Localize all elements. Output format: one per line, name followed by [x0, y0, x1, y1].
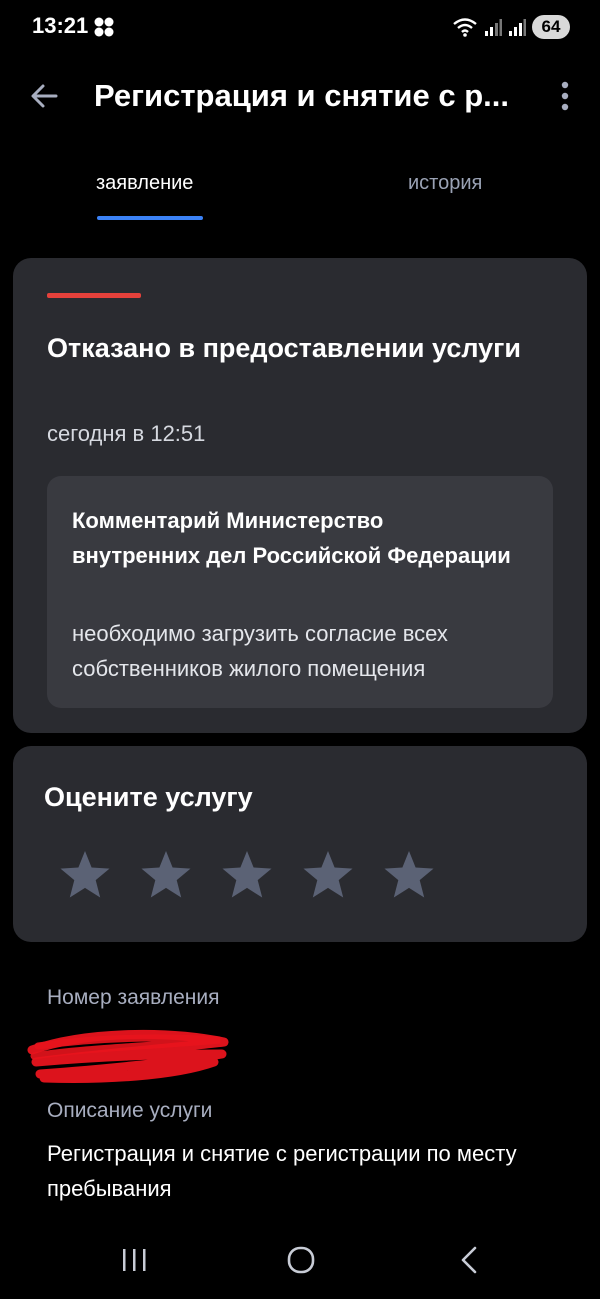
star-icon-4[interactable] [300, 848, 356, 904]
star-icon-5[interactable] [381, 848, 437, 904]
home-icon[interactable] [281, 1240, 321, 1280]
status-icons: 64 [452, 14, 570, 40]
status-time: 13:21 [32, 13, 89, 38]
status-title: Отказано в предоставлении услуги [47, 333, 521, 363]
nav-back-icon[interactable] [450, 1240, 490, 1280]
system-nav-bar [0, 1226, 600, 1299]
recent-apps-icon[interactable] [114, 1240, 154, 1280]
star-icon-2[interactable] [138, 848, 194, 904]
comment-text: необходимо загрузить согласие всех собст… [72, 621, 448, 681]
comment-title: Комментарий Министерство внутренних дел … [72, 508, 511, 568]
back-arrow-icon[interactable] [26, 78, 62, 114]
page-title: Регистрация и снятие с р... [94, 78, 509, 113]
tab-application[interactable]: заявление [96, 172, 193, 195]
rating-card: Оцените услугу [13, 746, 587, 942]
star-icon-3[interactable] [219, 848, 275, 904]
signal-icon [485, 19, 502, 36]
status-bar: 13:21 64 [0, 0, 600, 56]
application-number-label: Номер заявления [47, 986, 220, 1009]
star-icon-1[interactable] [57, 848, 113, 904]
status-indicator-line [47, 293, 141, 298]
more-options-icon[interactable] [553, 78, 577, 114]
redaction-scribble [27, 1029, 229, 1083]
signal-icon-2 [509, 19, 526, 36]
status-date: сегодня в 12:51 [47, 421, 206, 446]
wifi-icon [453, 18, 477, 37]
tabs: заявление история [0, 160, 600, 224]
service-description-text: Регистрация и снятие с регистрации по ме… [47, 1141, 517, 1201]
app-bar: Регистрация и снятие с р... [0, 60, 600, 136]
tab-history[interactable]: история [408, 172, 482, 195]
tab-indicator [97, 216, 203, 220]
battery-indicator: 64 [532, 15, 570, 39]
status-card: Отказано в предоставлении услуги сегодня… [13, 258, 587, 733]
notification-dots-icon [94, 17, 114, 37]
service-description-label: Описание услуги [47, 1099, 213, 1122]
comment-box: Комментарий Министерство внутренних дел … [47, 476, 553, 708]
rating-title: Оцените услугу [44, 782, 253, 812]
